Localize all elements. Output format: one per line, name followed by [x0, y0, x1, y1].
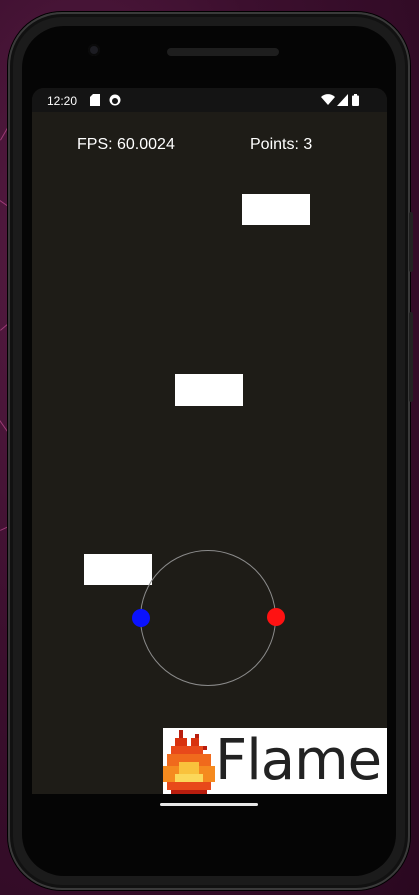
joystick-left-dot[interactable]: [132, 609, 150, 627]
signal-icon: [337, 94, 348, 106]
flame-logo-text: Flame: [215, 728, 382, 793]
battery-icon: [352, 94, 359, 106]
earpiece-speaker: [167, 48, 279, 56]
joystick-right-dot[interactable]: [267, 608, 285, 626]
home-indicator[interactable]: [160, 803, 258, 806]
points-counter: Points: 3: [250, 136, 313, 153]
power-button: [409, 212, 413, 272]
wifi-icon: [321, 94, 335, 105]
white-block: [84, 554, 152, 585]
game-screen[interactable]: 12:20 FPS: 60.0024 Points: 3 Flame: [32, 88, 387, 794]
volume-button: [409, 312, 413, 402]
sd-card-icon: [90, 94, 100, 106]
front-camera: [88, 44, 100, 56]
flame-icon: [163, 730, 215, 794]
fps-counter: FPS: 60.0024: [77, 136, 175, 153]
status-time: 12:20: [47, 94, 78, 108]
joystick-ring[interactable]: [140, 550, 276, 686]
white-block: [175, 374, 243, 406]
status-bar: 12:20: [32, 88, 387, 112]
flame-logo-banner: Flame: [163, 728, 387, 794]
white-block: [242, 194, 310, 225]
app-notification-icon: [109, 94, 121, 106]
